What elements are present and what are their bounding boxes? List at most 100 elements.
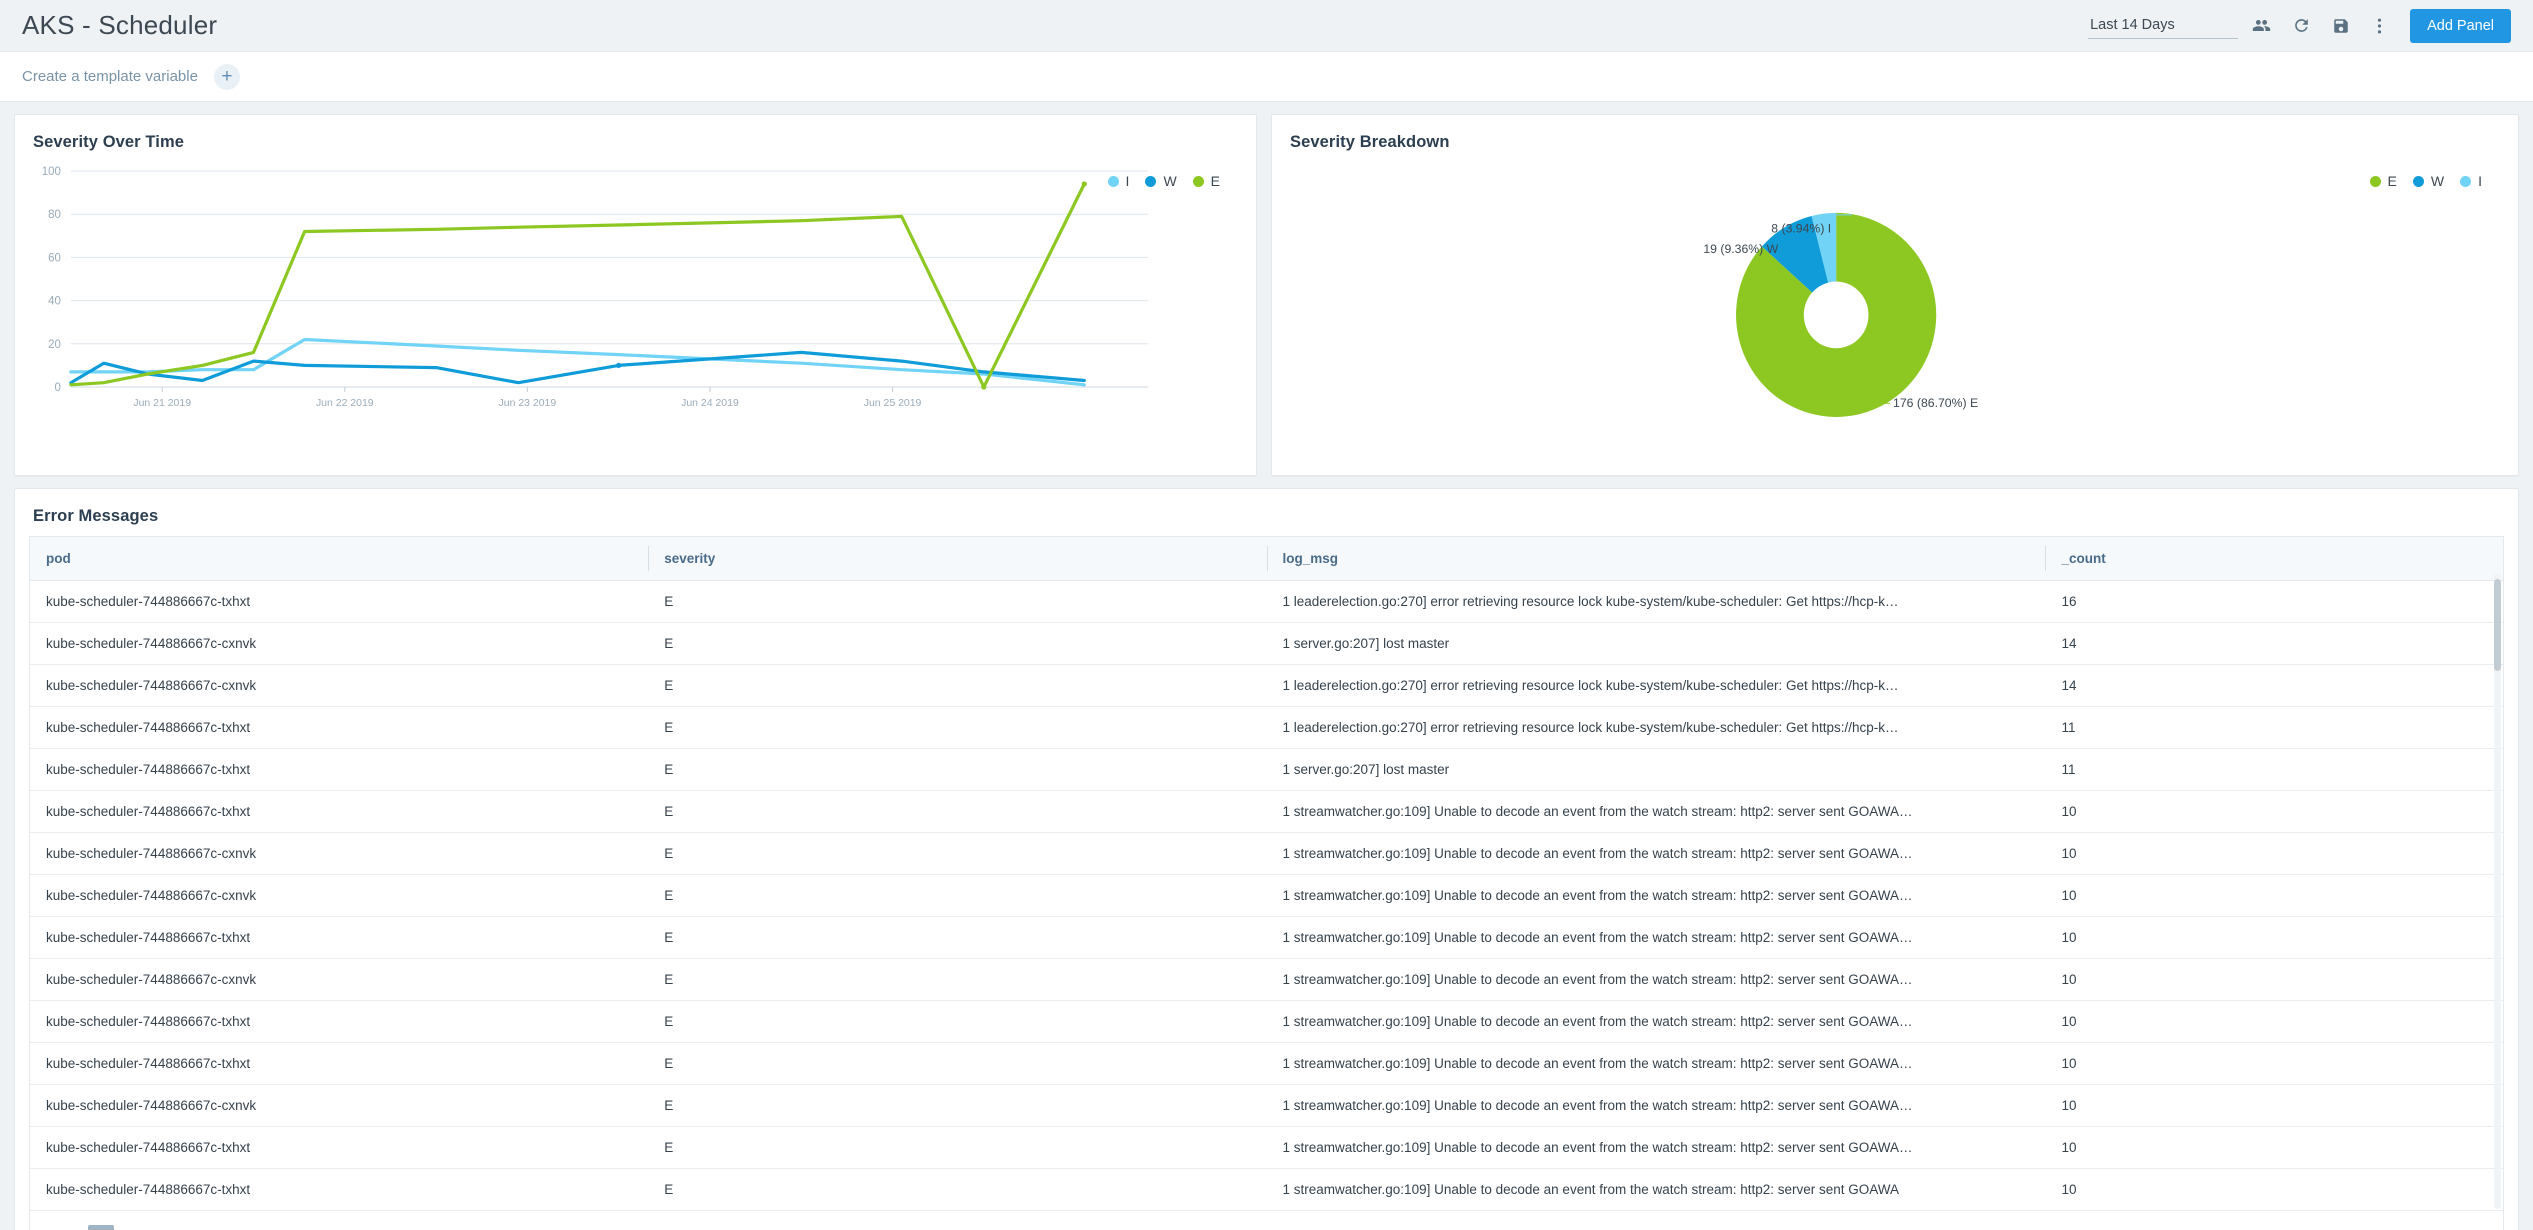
y-axis-tick-label: 20 xyxy=(48,339,61,351)
table-header-row: pod severity log_msg _count xyxy=(30,537,2503,581)
donut-label-info: 8 (3.94%) I xyxy=(1771,221,1831,235)
cell-pod: kube-scheduler-744886667c-txhxt xyxy=(30,917,648,959)
cell-count: 14 xyxy=(2045,665,2503,707)
panel-title-error-messages: Error Messages xyxy=(15,489,2518,526)
table-row[interactable]: kube-scheduler-744886667c-txhxtE1 leader… xyxy=(30,707,2503,749)
cell-count: 16 xyxy=(2045,581,2503,623)
x-axis-tick-label: Jun 23 2019 xyxy=(499,398,557,409)
panel-title-severity-over-time: Severity Over Time xyxy=(15,115,1256,152)
table-header: pod severity log_msg _count xyxy=(30,537,2503,581)
cell-log-msg: 1 streamwatcher.go:109] Unable to decode… xyxy=(1267,1127,2046,1169)
table-row[interactable]: kube-scheduler-744886667c-txhxtE1 stream… xyxy=(30,1127,2503,1169)
y-axis-tick-label: 100 xyxy=(42,166,61,178)
table-row[interactable]: kube-scheduler-744886667c-cxnvkE1 stream… xyxy=(30,833,2503,875)
cell-severity: E xyxy=(648,707,1266,749)
pagination-prev[interactable]: ‹ xyxy=(58,1225,84,1230)
table-row[interactable]: kube-scheduler-744886667c-txhxtE1 stream… xyxy=(30,1001,2503,1043)
cell-pod: kube-scheduler-744886667c-cxnvk xyxy=(30,623,648,665)
table-scrollbar-thumb[interactable] xyxy=(2494,579,2501,671)
cell-log-msg: 1 streamwatcher.go:109] Unable to decode… xyxy=(1267,875,2046,917)
table-row[interactable]: kube-scheduler-744886667c-cxnvkE1 stream… xyxy=(30,1085,2503,1127)
kebab-menu-icon[interactable] xyxy=(2368,9,2390,43)
cell-severity: E xyxy=(648,665,1266,707)
save-icon[interactable] xyxy=(2324,9,2358,43)
cell-log-msg: 1 server.go:207] lost master xyxy=(1267,623,2046,665)
add-variable-plus-icon[interactable]: + xyxy=(214,64,240,90)
column-header-pod[interactable]: pod xyxy=(30,537,648,581)
cell-log-msg: 1 leaderelection.go:270] error retrievin… xyxy=(1267,581,2046,623)
column-header-severity[interactable]: severity xyxy=(648,537,1266,581)
cell-pod: kube-scheduler-744886667c-txhxt xyxy=(30,1127,648,1169)
cell-log-msg: 1 streamwatcher.go:109] Unable to decode… xyxy=(1267,1043,2046,1085)
line-chart[interactable]: 020406080100Jun 21 2019Jun 22 2019Jun 23… xyxy=(15,159,1256,459)
cell-severity: E xyxy=(648,1001,1266,1043)
cell-count: 10 xyxy=(2045,917,2503,959)
cell-severity: E xyxy=(648,1169,1266,1211)
table-row[interactable]: kube-scheduler-744886667c-cxnvkE1 server… xyxy=(30,623,2503,665)
donut-chart[interactable]: 8 (3.94%) I19 (9.36%) W176 (86.70%) E xyxy=(1272,155,2518,465)
x-axis-tick-label: Jun 24 2019 xyxy=(681,398,739,409)
panel-title-severity-breakdown: Severity Breakdown xyxy=(1272,115,2518,152)
column-header-log-msg[interactable]: log_msg xyxy=(1267,537,2046,581)
table-row[interactable]: kube-scheduler-744886667c-cxnvkE1 stream… xyxy=(30,959,2503,1001)
add-panel-button[interactable]: Add Panel xyxy=(2410,9,2511,43)
people-icon[interactable] xyxy=(2244,9,2278,43)
error-messages-table: pod severity log_msg _count kube-schedul… xyxy=(30,537,2503,1211)
table-row[interactable]: kube-scheduler-744886667c-txhxtE1 stream… xyxy=(30,1169,2503,1211)
cell-count: 10 xyxy=(2045,1127,2503,1169)
line-series-w xyxy=(71,352,1084,382)
table-row[interactable]: kube-scheduler-744886667c-txhxtE1 leader… xyxy=(30,581,2503,623)
cell-pod: kube-scheduler-744886667c-cxnvk xyxy=(30,665,648,707)
toolbar: Add Panel xyxy=(2088,9,2511,43)
dashboard-content: Severity Over Time I W E xyxy=(0,102,2533,1230)
cell-severity: E xyxy=(648,1085,1266,1127)
table-row[interactable]: kube-scheduler-744886667c-txhxtE1 server… xyxy=(30,749,2503,791)
cell-severity: E xyxy=(648,1043,1266,1085)
cell-log-msg: 1 leaderelection.go:270] error retrievin… xyxy=(1267,665,2046,707)
x-axis-tick-label: Jun 21 2019 xyxy=(133,398,191,409)
table-row[interactable]: kube-scheduler-744886667c-cxnvkE1 leader… xyxy=(30,665,2503,707)
cell-severity: E xyxy=(648,959,1266,1001)
pagination-page-2[interactable]: 2 xyxy=(118,1225,144,1230)
x-axis-tick-label: Jun 22 2019 xyxy=(316,398,374,409)
cell-log-msg: 1 server.go:207] lost master xyxy=(1267,749,2046,791)
donut-label-warn: 19 (9.36%) W xyxy=(1703,242,1778,256)
cell-log-msg: 1 leaderelection.go:270] error retrievin… xyxy=(1267,707,2046,749)
cell-severity: E xyxy=(648,917,1266,959)
create-template-variable-link[interactable]: Create a template variable xyxy=(22,68,198,85)
pagination-page-1[interactable]: 1 xyxy=(88,1225,114,1230)
panel-severity-breakdown: Severity Breakdown E W I xyxy=(1271,114,2519,476)
error-messages-table-scroll: pod severity log_msg _count kube-schedul… xyxy=(29,536,2504,1211)
cell-severity: E xyxy=(648,833,1266,875)
cell-count: 10 xyxy=(2045,1085,2503,1127)
cell-count: 10 xyxy=(2045,791,2503,833)
refresh-icon[interactable] xyxy=(2284,9,2318,43)
cell-log-msg: 1 streamwatcher.go:109] Unable to decode… xyxy=(1267,959,2046,1001)
pagination-next[interactable]: › xyxy=(148,1225,174,1230)
cell-count: 10 xyxy=(2045,1043,2503,1085)
y-axis-tick-label: 80 xyxy=(48,209,61,221)
time-range-input[interactable] xyxy=(2088,13,2238,39)
cell-pod: kube-scheduler-744886667c-txhxt xyxy=(30,707,648,749)
cell-severity: E xyxy=(648,875,1266,917)
cell-count: 10 xyxy=(2045,959,2503,1001)
panel-severity-over-time: Severity Over Time I W E xyxy=(14,114,1257,476)
cell-severity: E xyxy=(648,581,1266,623)
cell-count: 10 xyxy=(2045,875,2503,917)
table-row[interactable]: kube-scheduler-744886667c-txhxtE1 stream… xyxy=(30,917,2503,959)
cell-count: 10 xyxy=(2045,1001,2503,1043)
cell-pod: kube-scheduler-744886667c-cxnvk xyxy=(30,959,648,1001)
cell-log-msg: 1 streamwatcher.go:109] Unable to decode… xyxy=(1267,1001,2046,1043)
table-row[interactable]: kube-scheduler-744886667c-txhxtE1 stream… xyxy=(30,1043,2503,1085)
cell-log-msg: 1 streamwatcher.go:109] Unable to decode… xyxy=(1267,917,2046,959)
cell-count: 10 xyxy=(2045,1169,2503,1211)
table-row[interactable]: kube-scheduler-744886667c-cxnvkE1 stream… xyxy=(30,875,2503,917)
column-header-count[interactable]: _count xyxy=(2045,537,2503,581)
cell-log-msg: 1 streamwatcher.go:109] Unable to decode… xyxy=(1267,1169,2046,1211)
cell-pod: kube-scheduler-744886667c-txhxt xyxy=(30,791,648,833)
cell-count: 11 xyxy=(2045,749,2503,791)
table-row[interactable]: kube-scheduler-744886667c-txhxtE1 stream… xyxy=(30,791,2503,833)
cell-pod: kube-scheduler-744886667c-txhxt xyxy=(30,1001,648,1043)
line-series-i xyxy=(71,340,1084,385)
cell-pod: kube-scheduler-744886667c-txhxt xyxy=(30,1169,648,1211)
